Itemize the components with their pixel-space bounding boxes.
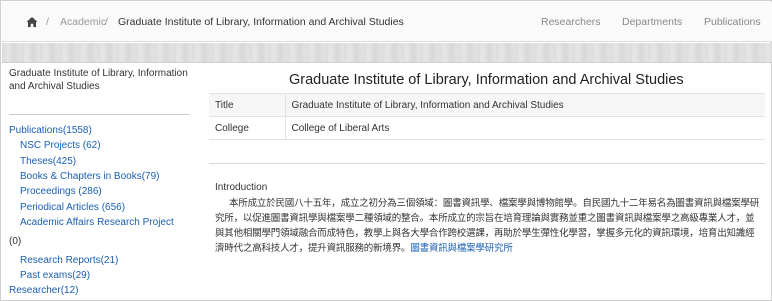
sidebar-item-past-exams[interactable]: Past exams(29)	[20, 269, 90, 282]
sidebar-item-proceedings[interactable]: Proceedings (286)	[20, 185, 102, 198]
nav-departments-link[interactable]: Departments	[622, 16, 682, 28]
sidebar-divider	[9, 114, 189, 115]
sidebar-item-publications[interactable]: Publications(1558)	[9, 124, 92, 137]
info-table: Title Graduate Institute of Library, Inf…	[209, 93, 765, 140]
sidebar: Graduate Institute of Library, Informati…	[9, 67, 197, 301]
table-row: College College of Liberal Arts	[209, 116, 765, 140]
sidebar-item-academic-affairs-count: (0)	[9, 236, 22, 247]
sidebar-item-academic-affairs[interactable]: Academic Affairs Research Project	[20, 216, 174, 229]
table-key: Title	[209, 93, 286, 117]
introduction-heading: Introduction	[215, 182, 268, 193]
breadcrumb-separator: /	[105, 16, 108, 28]
nav-publications-link[interactable]: Publications	[704, 16, 761, 28]
home-icon[interactable]	[26, 16, 38, 28]
nav-researchers-link[interactable]: Researchers	[541, 16, 601, 28]
sidebar-item-nsc-projects[interactable]: NSC Projects (62)	[20, 139, 101, 152]
breadcrumb-separator: /	[46, 16, 49, 28]
table-row: Title Graduate Institute of Library, Inf…	[209, 93, 765, 117]
breadcrumb-current: Graduate Institute of Library, Informati…	[118, 16, 404, 28]
table-value: Graduate Institute of Library, Informati…	[285, 93, 765, 117]
sidebar-item-books[interactable]: Books & Chapters in Books(79)	[20, 170, 160, 183]
table-key: College	[209, 116, 286, 140]
introduction-link[interactable]: 圖書資訊與檔案學研究所	[410, 243, 513, 254]
sidebar-item-researcher[interactable]: Researcher(12)	[9, 284, 78, 297]
sidebar-title: Graduate Institute of Library, Informati…	[9, 68, 188, 92]
top-bar: / Academic / Graduate Institute of Libra…	[2, 2, 772, 42]
table-value: College of Liberal Arts	[285, 116, 765, 140]
page: / Academic / Graduate Institute of Libra…	[0, 0, 772, 301]
breadcrumb-academic-link[interactable]: Academic	[60, 16, 106, 28]
page-title: Graduate Institute of Library, Informati…	[289, 72, 684, 88]
sidebar-item-periodical-articles[interactable]: Periodical Articles (656)	[20, 201, 125, 214]
introduction-text: 本所成立於民國八十五年，成立之初分為三個領域：圖書資訊學、檔案學與博物館學。自民…	[215, 196, 763, 256]
content-divider	[209, 163, 765, 164]
sidebar-item-research-reports[interactable]: Research Reports(21)	[20, 254, 118, 267]
header-banner	[2, 43, 772, 63]
sidebar-item-theses[interactable]: Theses(425)	[20, 155, 76, 168]
